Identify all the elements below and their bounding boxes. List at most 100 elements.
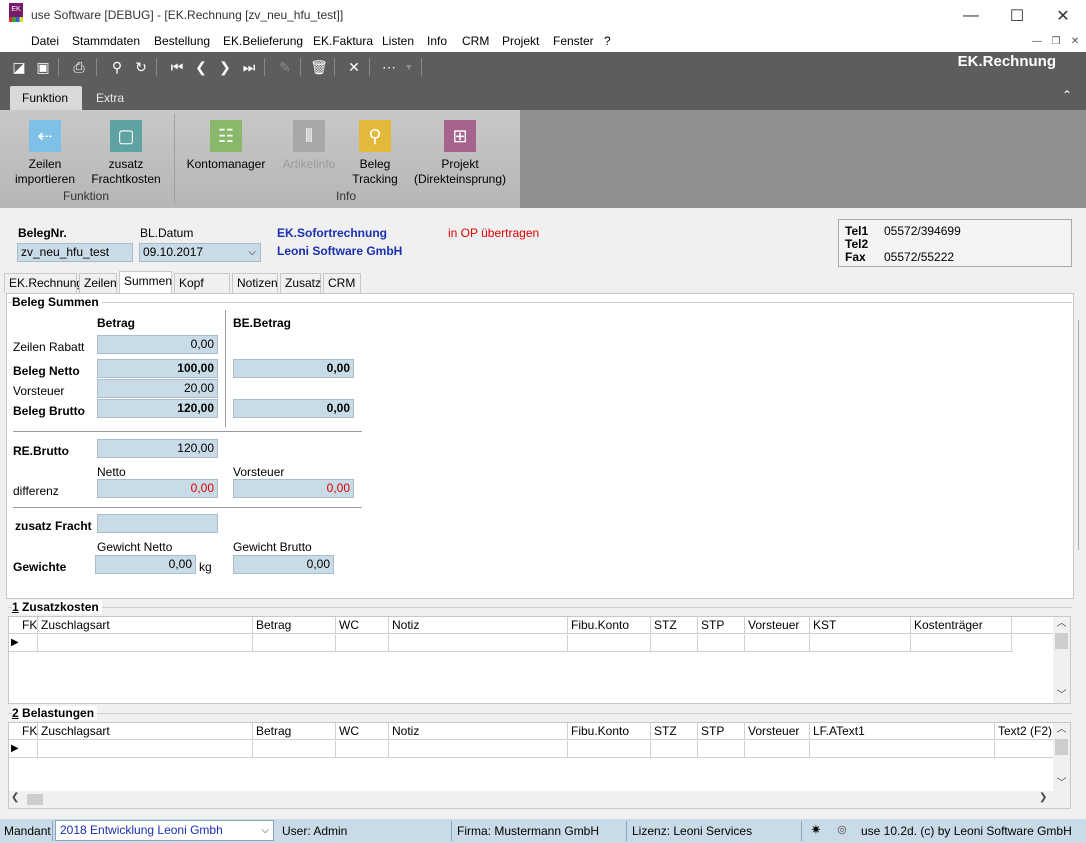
grid-cell[interactable] xyxy=(810,635,911,652)
zusatzkosten-grid[interactable]: FK Zuschlagsart Betrag WC Notiz Fibu.Kon… xyxy=(8,616,1071,704)
save-icon[interactable]: ▣ xyxy=(34,58,52,76)
column-header[interactable]: Zuschlagsart xyxy=(38,617,253,634)
menu-ek-belieferung[interactable]: EK.Belieferung xyxy=(223,34,303,48)
column-header[interactable]: Text2 (F2) xyxy=(995,723,1054,740)
scroll-left-icon[interactable]: ❮ xyxy=(11,792,19,803)
print-icon[interactable]: ⎙ xyxy=(70,58,88,76)
belegnr-field[interactable]: zv_neu_hfu_test xyxy=(17,243,133,262)
cancel-icon[interactable]: ✕ xyxy=(345,58,363,76)
minimize-icon[interactable]: — xyxy=(948,0,994,31)
ribbon-tab-extra[interactable]: Extra xyxy=(84,86,136,110)
column-header[interactable]: Vorsteuer xyxy=(745,617,810,634)
beleg-tracking-button[interactable]: ⚲ Beleg Tracking xyxy=(348,120,402,187)
column-header[interactable]: STP xyxy=(698,723,745,740)
refresh-icon[interactable]: ↻ xyxy=(132,58,150,76)
tab-notizen[interactable]: Notizen xyxy=(232,273,278,293)
column-header[interactable]: STZ xyxy=(651,617,698,634)
mdi-restore-icon[interactable]: ❐ xyxy=(1048,34,1064,50)
menu-bestellung[interactable]: Bestellung xyxy=(154,34,210,48)
new-icon[interactable]: ◪ xyxy=(10,58,28,76)
column-header[interactable]: KST xyxy=(810,617,911,634)
column-header[interactable]: Betrag xyxy=(253,617,336,634)
close-icon[interactable]: ✕ xyxy=(1040,0,1086,31)
grid-cell[interactable] xyxy=(568,635,651,652)
column-header[interactable]: Vorsteuer xyxy=(745,723,810,740)
tab-summen[interactable]: Summen xyxy=(119,271,172,294)
vertical-scrollbar[interactable]: ︿ ﹀ xyxy=(1053,617,1070,703)
column-header[interactable]: Notiz xyxy=(389,723,568,740)
column-header[interactable]: LF.AText1 xyxy=(810,723,995,740)
menu-fenster[interactable]: Fenster xyxy=(553,34,594,48)
supplier-name[interactable]: Leoni Software GmbH xyxy=(277,244,402,258)
horizontal-scrollbar[interactable]: ❮ ❯ xyxy=(9,791,1070,808)
search-icon[interactable]: ⚲ xyxy=(108,58,126,76)
column-header[interactable]: Zuschlagsart xyxy=(38,723,253,740)
grid-cell[interactable] xyxy=(389,741,568,758)
mdi-close-icon[interactable]: ✕ xyxy=(1067,34,1083,50)
differenz-vorsteuer-field[interactable]: 0,00 xyxy=(233,479,354,498)
column-header[interactable]: Notiz xyxy=(389,617,568,634)
column-header[interactable]: Fibu.Konto xyxy=(568,723,651,740)
grid-cell[interactable] xyxy=(745,741,810,758)
kontomanager-button[interactable]: ☷ Kontomanager xyxy=(184,120,268,172)
menu-datei[interactable]: Datei xyxy=(31,34,59,48)
menu-info[interactable]: Info xyxy=(427,34,447,48)
splitter[interactable] xyxy=(1078,320,1082,550)
zeilen-rabatt-field[interactable]: 0,00 xyxy=(97,335,218,354)
menu-ek-faktura[interactable]: EK.Faktura xyxy=(313,34,373,48)
delete-icon[interactable]: 🗑 xyxy=(310,58,328,76)
more-icon[interactable]: ⋯ xyxy=(380,58,398,76)
scroll-down-icon[interactable]: ﹀ xyxy=(1053,777,1070,791)
grid-cell[interactable] xyxy=(698,741,745,758)
grid-cell[interactable] xyxy=(389,635,568,652)
grid-cell[interactable] xyxy=(253,635,336,652)
grid-cell[interactable] xyxy=(651,635,698,652)
tab-crm[interactable]: CRM xyxy=(323,273,361,293)
table-row[interactable]: ▶ xyxy=(9,635,1013,652)
zusatz-fracht-field[interactable] xyxy=(97,514,218,533)
grid-cell[interactable] xyxy=(19,741,38,758)
column-header[interactable]: Betrag xyxy=(253,723,336,740)
scroll-thumb[interactable] xyxy=(27,794,43,805)
bldatum-field[interactable]: 09.10.2017 ⌵ xyxy=(139,243,261,262)
column-header[interactable]: Kostenträger xyxy=(911,617,1012,634)
column-header[interactable]: STP xyxy=(698,617,745,634)
zeilen-importieren-button[interactable]: ⇠ Zeilen importieren xyxy=(8,120,82,187)
chevron-down-icon[interactable]: ⌵ xyxy=(261,821,269,840)
grid-cell[interactable] xyxy=(253,741,336,758)
re-brutto-field[interactable]: 120,00 xyxy=(97,439,218,458)
beleg-netto-field[interactable]: 100,00 xyxy=(97,359,218,378)
gewicht-netto-field[interactable]: 0,00 xyxy=(95,555,196,574)
scroll-up-icon[interactable]: ︿ xyxy=(1053,617,1070,631)
scroll-thumb[interactable] xyxy=(1055,739,1068,755)
menu-projekt[interactable]: Projekt xyxy=(502,34,539,48)
grid-cell[interactable] xyxy=(38,741,253,758)
beleg-brutto-be-field[interactable]: 0,00 xyxy=(233,399,354,418)
scroll-down-icon[interactable]: ﹀ xyxy=(1053,689,1070,703)
scroll-thumb[interactable] xyxy=(1055,633,1068,649)
column-header[interactable]: FK xyxy=(19,617,38,634)
grid-cell[interactable] xyxy=(651,741,698,758)
differenz-netto-field[interactable]: 0,00 xyxy=(97,479,218,498)
scroll-right-icon[interactable]: ❯ xyxy=(1039,792,1047,803)
menu-listen[interactable]: Listen xyxy=(382,34,414,48)
last-record-icon[interactable]: ⏭ xyxy=(240,58,258,76)
maximize-icon[interactable]: ☐ xyxy=(994,0,1040,31)
grid-cell[interactable] xyxy=(336,635,389,652)
ribbon-tab-funktion[interactable]: Funktion xyxy=(10,86,82,110)
column-header[interactable]: WC xyxy=(336,723,389,740)
projekt-button[interactable]: ⊞ Projekt (Direkteinsprung) xyxy=(412,120,508,187)
grid-cell[interactable] xyxy=(19,635,38,652)
table-row[interactable]: ▶ xyxy=(9,741,1054,758)
zusatz-frachtkosten-button[interactable]: ▢ zusatz Frachtkosten xyxy=(88,120,164,187)
beleg-brutto-field[interactable]: 120,00 xyxy=(97,399,218,418)
ribbon-collapse-icon[interactable]: ⌃ xyxy=(1062,88,1072,102)
column-header[interactable]: STZ xyxy=(651,723,698,740)
gewicht-brutto-field[interactable]: 0,00 xyxy=(233,555,334,574)
grid-cell[interactable] xyxy=(995,741,1054,758)
scroll-up-icon[interactable]: ︿ xyxy=(1053,723,1070,737)
grid-cell[interactable] xyxy=(38,635,253,652)
beleg-netto-be-field[interactable]: 0,00 xyxy=(233,359,354,378)
tab-ek-rechnung[interactable]: EK.Rechnung xyxy=(4,273,83,293)
grid-cell[interactable] xyxy=(698,635,745,652)
